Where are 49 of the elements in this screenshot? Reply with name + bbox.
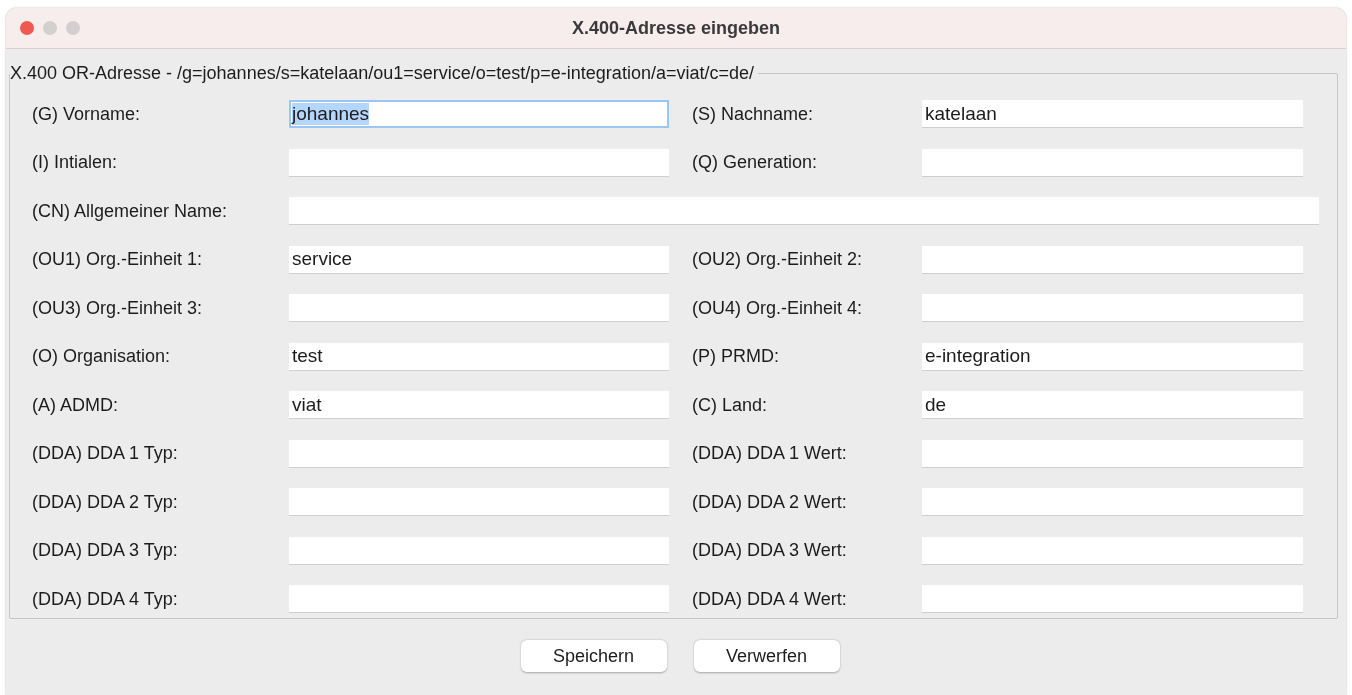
input-field[interactable]: service	[289, 245, 669, 274]
input-field[interactable]: johannes	[289, 100, 669, 128]
field-label: (DDA) DDA 4 Typ:	[32, 588, 179, 610]
field-label: (OU1) Org.-Einheit 1:	[32, 249, 204, 270]
field-label: (DDA) DDA 2 Wert:	[691, 491, 848, 513]
input-field[interactable]	[922, 148, 1303, 177]
input-field[interactable]	[289, 197, 1319, 225]
input-field[interactable]	[289, 536, 669, 565]
input-field[interactable]: viat	[289, 391, 669, 419]
field-label: (DDA) DDA 3 Typ:	[32, 540, 179, 561]
field-label: (CN) Allgemeiner Name:	[32, 200, 229, 222]
field-label: (A) ADMD:	[32, 394, 119, 416]
field-label: (G) Vorname:	[32, 103, 142, 125]
input-field[interactable]	[289, 488, 669, 516]
field-label: (S) Nachname:	[691, 103, 815, 125]
field-label: (OU2) Org.-Einheit 2:	[691, 249, 864, 270]
input-field[interactable]: e-integration	[922, 342, 1303, 371]
group-legend: X.400 OR-Adresse - /g=johannes/s=katelaan/ou1=service/o=test/p=e-integration/a=viat/c=de/	[10, 63, 758, 84]
input-field[interactable]	[922, 294, 1303, 322]
field-label: (C) Land:	[691, 394, 769, 416]
input-field[interactable]	[922, 536, 1303, 565]
field-label: (Q) Generation:	[691, 152, 819, 173]
input-field[interactable]	[922, 245, 1303, 274]
close-icon[interactable]	[20, 21, 34, 35]
zoom-icon[interactable]	[66, 21, 80, 35]
field-label: (DDA) DDA 4 Wert:	[691, 588, 848, 610]
field-label: (I) Intialen:	[32, 152, 119, 173]
field-label: (DDA) DDA 3 Wert:	[691, 540, 848, 561]
field-label: (O) Organisation:	[32, 346, 172, 367]
window-title: X.400-Adresse eingeben	[571, 17, 781, 39]
input-field[interactable]	[289, 294, 669, 322]
field-label: (DDA) DDA 2 Typ:	[32, 491, 179, 513]
field-label: (P) PRMD:	[691, 346, 780, 367]
input-field[interactable]	[289, 585, 669, 613]
field-label: (OU3) Org.-Einheit 3:	[32, 297, 204, 319]
dialog-button[interactable]: Verwerfen	[693, 640, 840, 672]
input-field[interactable]	[922, 488, 1303, 516]
minimize-icon[interactable]	[43, 21, 57, 35]
dialog-button[interactable]: Speichern	[520, 640, 667, 672]
input-field[interactable]	[289, 439, 669, 468]
input-field[interactable]: test	[289, 342, 669, 371]
field-label: (OU4) Org.-Einheit 4:	[691, 297, 864, 319]
input-field[interactable]	[922, 439, 1303, 468]
field-label: (DDA) DDA 1 Wert:	[691, 443, 848, 464]
input-field[interactable]: de	[922, 391, 1303, 419]
input-field[interactable]	[289, 148, 669, 177]
input-field[interactable]	[922, 585, 1303, 613]
field-label: (DDA) DDA 1 Typ:	[32, 443, 179, 464]
input-field[interactable]: katelaan	[922, 100, 1303, 128]
